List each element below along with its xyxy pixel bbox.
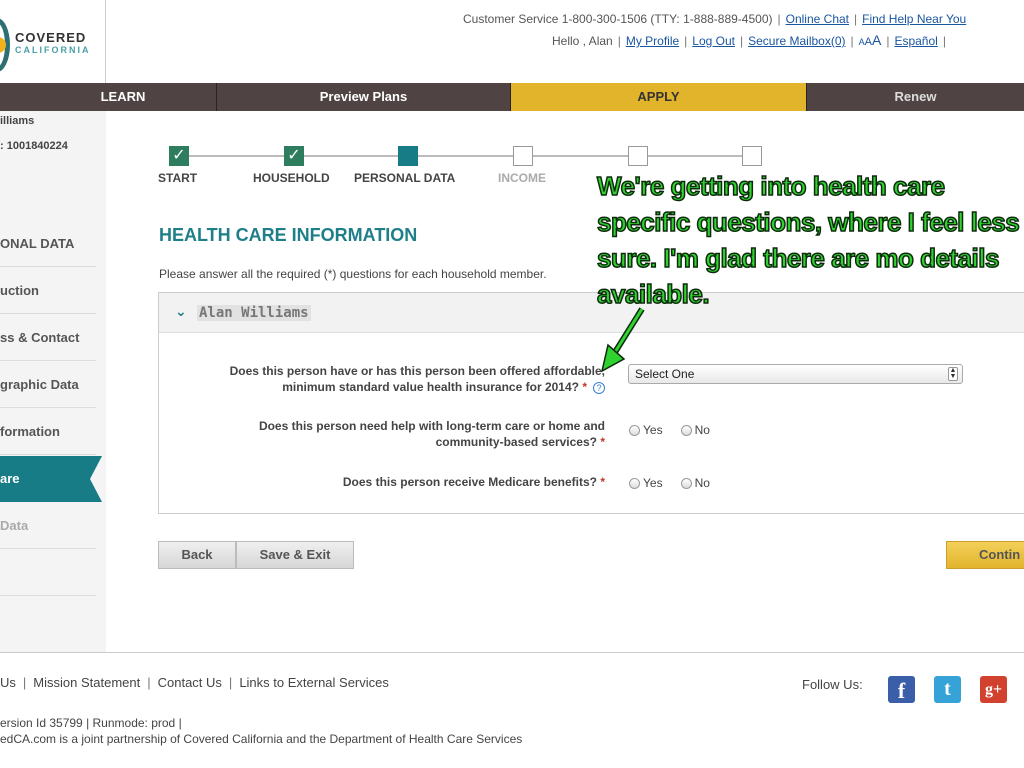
- step-label-income: INCOME: [498, 171, 546, 185]
- footer-link-mission-statement[interactable]: Mission Statement: [33, 675, 140, 690]
- question-text: Does this person receive Medicare benefi…: [342, 475, 597, 489]
- annotation-arrow-icon: [600, 307, 645, 373]
- long-term-care-yes-radio[interactable]: Yes: [629, 423, 663, 437]
- member-form-panel: ⌄ Alan Williams Does this person have or…: [158, 292, 1024, 514]
- text-size-large-button[interactable]: A: [872, 32, 881, 48]
- sidebar-case-id: : 1001840224: [0, 140, 68, 152]
- step-label-start: START: [158, 171, 198, 185]
- affordable-insurance-select[interactable]: Select One ▲ ▼: [628, 364, 963, 384]
- question-medicare: Does this person receive Medicare benefi…: [205, 474, 605, 490]
- page: COVERED CALIFORNIA Customer Service 1-80…: [0, 0, 1024, 768]
- medicare-radio-group: Yes No: [629, 476, 710, 490]
- utility-bar-bottom: Hello , Alan | My Profile | Log Out | Secure M…: [552, 32, 946, 48]
- footer-links: Us | Mission Statement | Contact Us | Links to…: [0, 675, 389, 690]
- required-marker: *: [600, 435, 605, 449]
- radio-circle-icon[interactable]: [680, 424, 692, 436]
- member-name: Alan Williams: [197, 305, 311, 321]
- main-nav: LEARN Preview Plans APPLY Renew: [0, 83, 1024, 111]
- question-affordable-insurance: Does this person have or has this person…: [175, 363, 605, 395]
- footer-version: ersion Id 35799 | Runmode: prod |: [0, 716, 182, 730]
- footer-link-external-services[interactable]: Links to External Services: [239, 675, 389, 690]
- save-exit-button[interactable]: Save & Exit: [236, 541, 354, 569]
- radio-label: No: [694, 476, 710, 490]
- sidebar-item-introduction[interactable]: uction: [0, 268, 96, 314]
- follow-us-label: Follow Us:: [802, 677, 863, 692]
- greeting-text: Hello , Alan: [552, 34, 613, 48]
- step-6-marker: [742, 146, 762, 166]
- log-out-link[interactable]: Log Out: [692, 34, 735, 48]
- my-profile-link[interactable]: My Profile: [626, 34, 679, 48]
- sidebar-applicant-name: illiams: [0, 115, 35, 127]
- radio-circle-icon[interactable]: [680, 477, 692, 489]
- nav-tab-learn[interactable]: LEARN: [0, 83, 217, 111]
- help-icon[interactable]: ?: [593, 382, 605, 394]
- page-title: HEALTH CARE INFORMATION: [159, 225, 418, 245]
- logo-mark-icon: [0, 18, 10, 72]
- radio-label: No: [694, 423, 710, 437]
- sidebar-item-address-contact[interactable]: ss & Contact: [0, 315, 96, 361]
- select-arrows-icon: ▲ ▼: [948, 367, 958, 381]
- espanol-link[interactable]: Español: [894, 34, 937, 48]
- facebook-icon[interactable]: f: [888, 676, 915, 703]
- customer-service-text: Customer Service 1-800-300-1506 (TTY: 1-…: [463, 12, 773, 26]
- chevron-down-icon[interactable]: ⌄: [175, 303, 187, 320]
- nav-tab-renew[interactable]: Renew: [806, 83, 1024, 111]
- medicare-no-radio[interactable]: No: [680, 476, 710, 490]
- utility-bar-top: Customer Service 1-800-300-1506 (TTY: 1-…: [463, 12, 967, 26]
- sidebar-item-personal-data[interactable]: ONAL DATA: [0, 221, 96, 267]
- sidebar-item-data: Data: [0, 503, 96, 549]
- google-plus-icon[interactable]: g+: [980, 676, 1007, 703]
- required-marker: *: [582, 380, 587, 394]
- radio-circle-icon[interactable]: [629, 424, 640, 436]
- find-help-link[interactable]: Find Help Near You: [862, 12, 966, 26]
- step-5-marker: [628, 146, 648, 166]
- question-text: Does this person need help with long-ter…: [258, 419, 605, 449]
- sidebar-item-information[interactable]: formation: [0, 409, 96, 455]
- footer-link-contact-us[interactable]: Contact Us: [158, 675, 222, 690]
- continue-button[interactable]: Contin: [946, 541, 1024, 569]
- stepper-track: [178, 155, 753, 157]
- annotation-callout: We're getting into health care specific …: [596, 170, 1020, 310]
- step-household-check-icon: ✓: [284, 146, 304, 166]
- radio-circle-icon[interactable]: [629, 477, 640, 489]
- back-button[interactable]: Back: [158, 541, 236, 569]
- step-personal-data-marker: [398, 146, 418, 166]
- text-size-medium-button[interactable]: A: [865, 36, 872, 48]
- logo-text-california: CALIFORNIA: [15, 45, 91, 55]
- sidebar-item-demographic-data[interactable]: graphic Data: [0, 362, 96, 408]
- secure-mailbox-link[interactable]: Secure Mailbox(0): [748, 34, 845, 48]
- footer-copyright: edCA.com is a joint partnership of Cover…: [0, 732, 523, 746]
- question-long-term-care: Does this person need help with long-ter…: [205, 418, 605, 450]
- footer-divider: [0, 652, 1024, 653]
- online-chat-link[interactable]: Online Chat: [786, 12, 849, 26]
- long-term-care-radio-group: Yes No: [629, 423, 710, 437]
- step-income-marker: [513, 146, 533, 166]
- twitter-icon[interactable]: t: [934, 676, 961, 703]
- sidebar: illiams : 1001840224 ONAL DATA uction ss…: [0, 111, 106, 652]
- nav-tab-apply[interactable]: APPLY: [511, 83, 806, 111]
- step-label-household: HOUSEHOLD: [253, 171, 330, 185]
- logo-text-covered: COVERED: [15, 30, 87, 45]
- step-label-personal-data: PERSONAL DATA: [354, 171, 456, 185]
- radio-label: Yes: [643, 476, 663, 490]
- step-start-check-icon: ✓: [169, 146, 189, 166]
- sidebar-item-empty: [0, 550, 96, 596]
- question-text: Does this person have or has this person…: [229, 364, 605, 394]
- nav-tab-preview-plans[interactable]: Preview Plans: [217, 83, 511, 111]
- long-term-care-no-radio[interactable]: No: [680, 423, 710, 437]
- form-instructions: Please answer all the required (*) quest…: [159, 267, 547, 281]
- footer-link-about-us[interactable]: Us: [0, 675, 16, 690]
- radio-label: Yes: [643, 423, 663, 437]
- sidebar-item-health-care[interactable]: are: [0, 456, 102, 502]
- header-divider: [105, 0, 106, 83]
- medicare-yes-radio[interactable]: Yes: [629, 476, 663, 490]
- required-marker: *: [600, 475, 605, 489]
